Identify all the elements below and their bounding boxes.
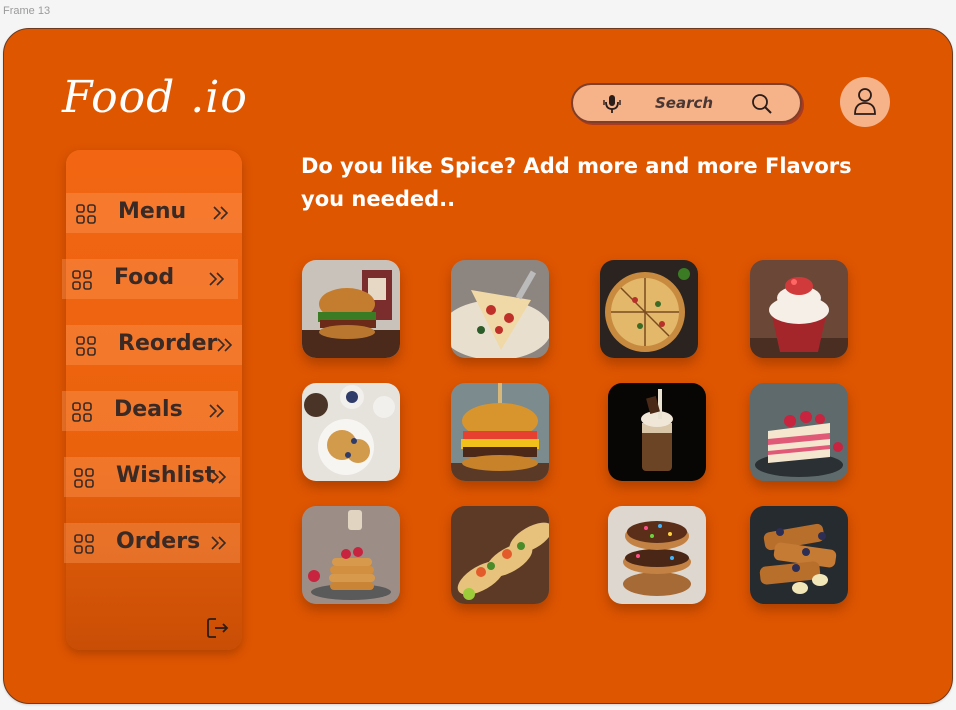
double-chevron-right-icon: [209, 272, 225, 286]
grid-icon: [72, 402, 92, 422]
sidebar-item-label: Orders: [116, 529, 201, 554]
food-card-pizza[interactable]: [600, 260, 698, 358]
food-card-french-toast[interactable]: [750, 506, 848, 604]
frame-label: Frame 13: [3, 5, 51, 17]
sidebar-item-reorder[interactable]: Reorder: [66, 325, 242, 365]
double-chevron-right-icon: [217, 338, 233, 352]
sidebar-item-label: Food: [114, 265, 175, 290]
food-card-cheeseburger[interactable]: [451, 383, 549, 481]
sidebar-item-orders[interactable]: Orders: [64, 523, 240, 563]
sidebar-item-label: Wishlist: [116, 463, 216, 488]
sidebar-item-deals[interactable]: Deals: [62, 391, 238, 431]
logout-icon[interactable]: [206, 616, 230, 640]
food-card-milkshake[interactable]: [608, 383, 706, 481]
search-bar[interactable]: Search: [571, 83, 802, 123]
sidebar-item-label: Reorder: [118, 331, 218, 356]
search-label[interactable]: Search: [655, 94, 713, 112]
food-card-waffles[interactable]: [302, 383, 400, 481]
sidebar-item-label: Deals: [114, 397, 183, 422]
grid-icon: [74, 534, 94, 554]
grid-icon: [76, 336, 96, 356]
grid-icon: [74, 468, 94, 488]
sidebar-item-wishlist[interactable]: Wishlist: [64, 457, 240, 497]
grid-icon: [76, 204, 96, 224]
food-card-burger[interactable]: [302, 260, 400, 358]
double-chevron-right-icon: [211, 470, 227, 484]
user-icon: [854, 88, 876, 115]
food-card-pizza-slice[interactable]: [451, 260, 549, 358]
food-card-donuts[interactable]: [608, 506, 706, 604]
grid-icon: [72, 270, 92, 290]
sidebar-item-food[interactable]: Food: [62, 259, 238, 299]
food-card-pancakes[interactable]: [302, 506, 400, 604]
double-chevron-right-icon: [211, 536, 227, 550]
mic-icon[interactable]: [603, 94, 621, 118]
search-icon[interactable]: [751, 93, 773, 119]
brand-logo[interactable]: Food .io: [62, 72, 248, 123]
sidebar: Menu Food Reorder Deals Wishlist Orders: [62, 150, 242, 650]
food-card-tacos[interactable]: [451, 506, 549, 604]
profile-button[interactable]: [840, 77, 890, 127]
page-headline: Do you like Spice? Add more and more Fla…: [301, 154, 852, 211]
sidebar-item-label: Menu: [118, 199, 187, 224]
food-card-cake-slice[interactable]: [750, 383, 848, 481]
food-card-cupcake[interactable]: [750, 260, 848, 358]
double-chevron-right-icon: [209, 404, 225, 418]
sidebar-item-menu[interactable]: Menu: [66, 193, 242, 233]
double-chevron-right-icon: [213, 206, 229, 220]
